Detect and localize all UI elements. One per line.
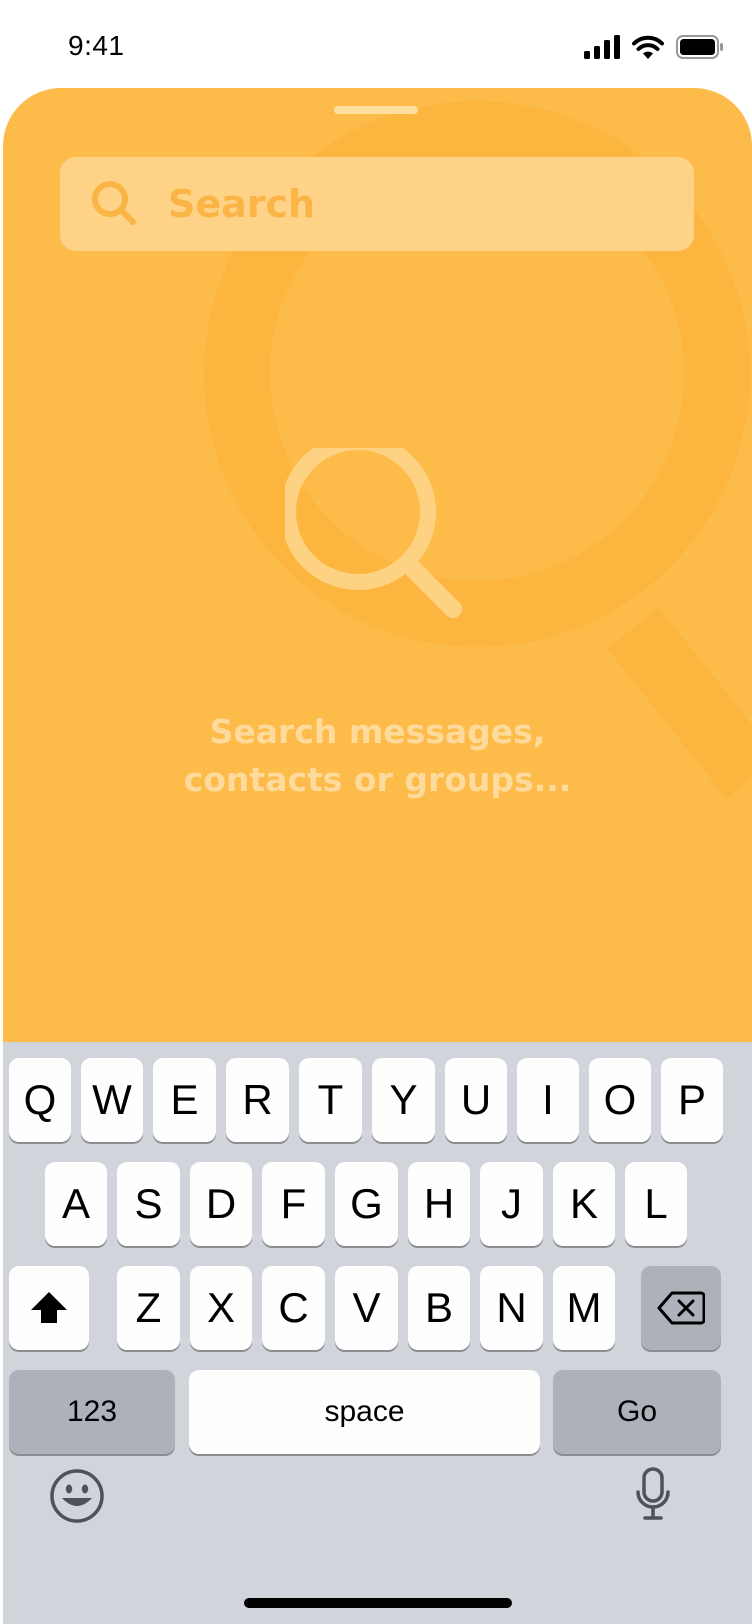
key-a[interactable]: A: [45, 1162, 107, 1246]
key-f[interactable]: F: [262, 1162, 325, 1246]
key-w[interactable]: W: [81, 1058, 143, 1142]
emoji-icon[interactable]: [49, 1468, 105, 1524]
key-s[interactable]: S: [117, 1162, 180, 1246]
search-icon: [92, 181, 136, 225]
battery-icon: [676, 35, 723, 59]
microphone-icon[interactable]: [635, 1466, 671, 1522]
empty-state-line-1: Search messages,: [209, 712, 546, 751]
key-l[interactable]: L: [625, 1162, 687, 1246]
numbers-key[interactable]: 123: [9, 1370, 175, 1454]
empty-state-line-2: contacts or groups...: [183, 760, 572, 799]
backspace-icon: [657, 1291, 705, 1325]
key-v[interactable]: V: [335, 1266, 398, 1350]
key-m[interactable]: M: [553, 1266, 615, 1350]
search-input[interactable]: [168, 157, 668, 251]
key-n[interactable]: N: [480, 1266, 543, 1350]
key-b[interactable]: B: [408, 1266, 470, 1350]
wifi-icon: [632, 35, 664, 59]
search-sheet: Search messages, contacts or groups...: [3, 88, 752, 1128]
go-key[interactable]: Go: [553, 1370, 721, 1454]
key-u[interactable]: U: [445, 1058, 507, 1142]
key-d[interactable]: D: [190, 1162, 252, 1246]
key-t[interactable]: T: [299, 1058, 362, 1142]
key-y[interactable]: Y: [372, 1058, 435, 1142]
key-z[interactable]: Z: [117, 1266, 180, 1350]
key-q[interactable]: Q: [9, 1058, 71, 1142]
key-k[interactable]: K: [553, 1162, 615, 1246]
keyboard: Q W E R T Y U I O P A S D F G H J K L Z …: [3, 1042, 752, 1624]
shift-icon: [31, 1292, 67, 1323]
key-r[interactable]: R: [226, 1058, 289, 1142]
sheet-grabber[interactable]: [334, 106, 418, 114]
home-indicator[interactable]: [244, 1598, 512, 1608]
key-o[interactable]: O: [589, 1058, 651, 1142]
key-x[interactable]: X: [190, 1266, 252, 1350]
key-j[interactable]: J: [480, 1162, 543, 1246]
search-bar[interactable]: [60, 157, 694, 251]
empty-state-message: Search messages, contacts or groups...: [3, 708, 752, 804]
status-bar: 9:41: [0, 0, 752, 88]
key-c[interactable]: C: [262, 1266, 325, 1350]
shift-key[interactable]: [9, 1266, 89, 1350]
key-i[interactable]: I: [517, 1058, 579, 1142]
key-g[interactable]: G: [335, 1162, 398, 1246]
key-p[interactable]: P: [661, 1058, 723, 1142]
empty-state-search-icon: [285, 448, 462, 618]
key-h[interactable]: H: [408, 1162, 470, 1246]
space-key[interactable]: space: [189, 1370, 540, 1454]
status-time: 9:41: [68, 30, 125, 61]
signal-icon: [584, 35, 620, 59]
delete-key[interactable]: [641, 1266, 721, 1350]
status-icons: [584, 32, 724, 62]
key-e[interactable]: E: [153, 1058, 216, 1142]
